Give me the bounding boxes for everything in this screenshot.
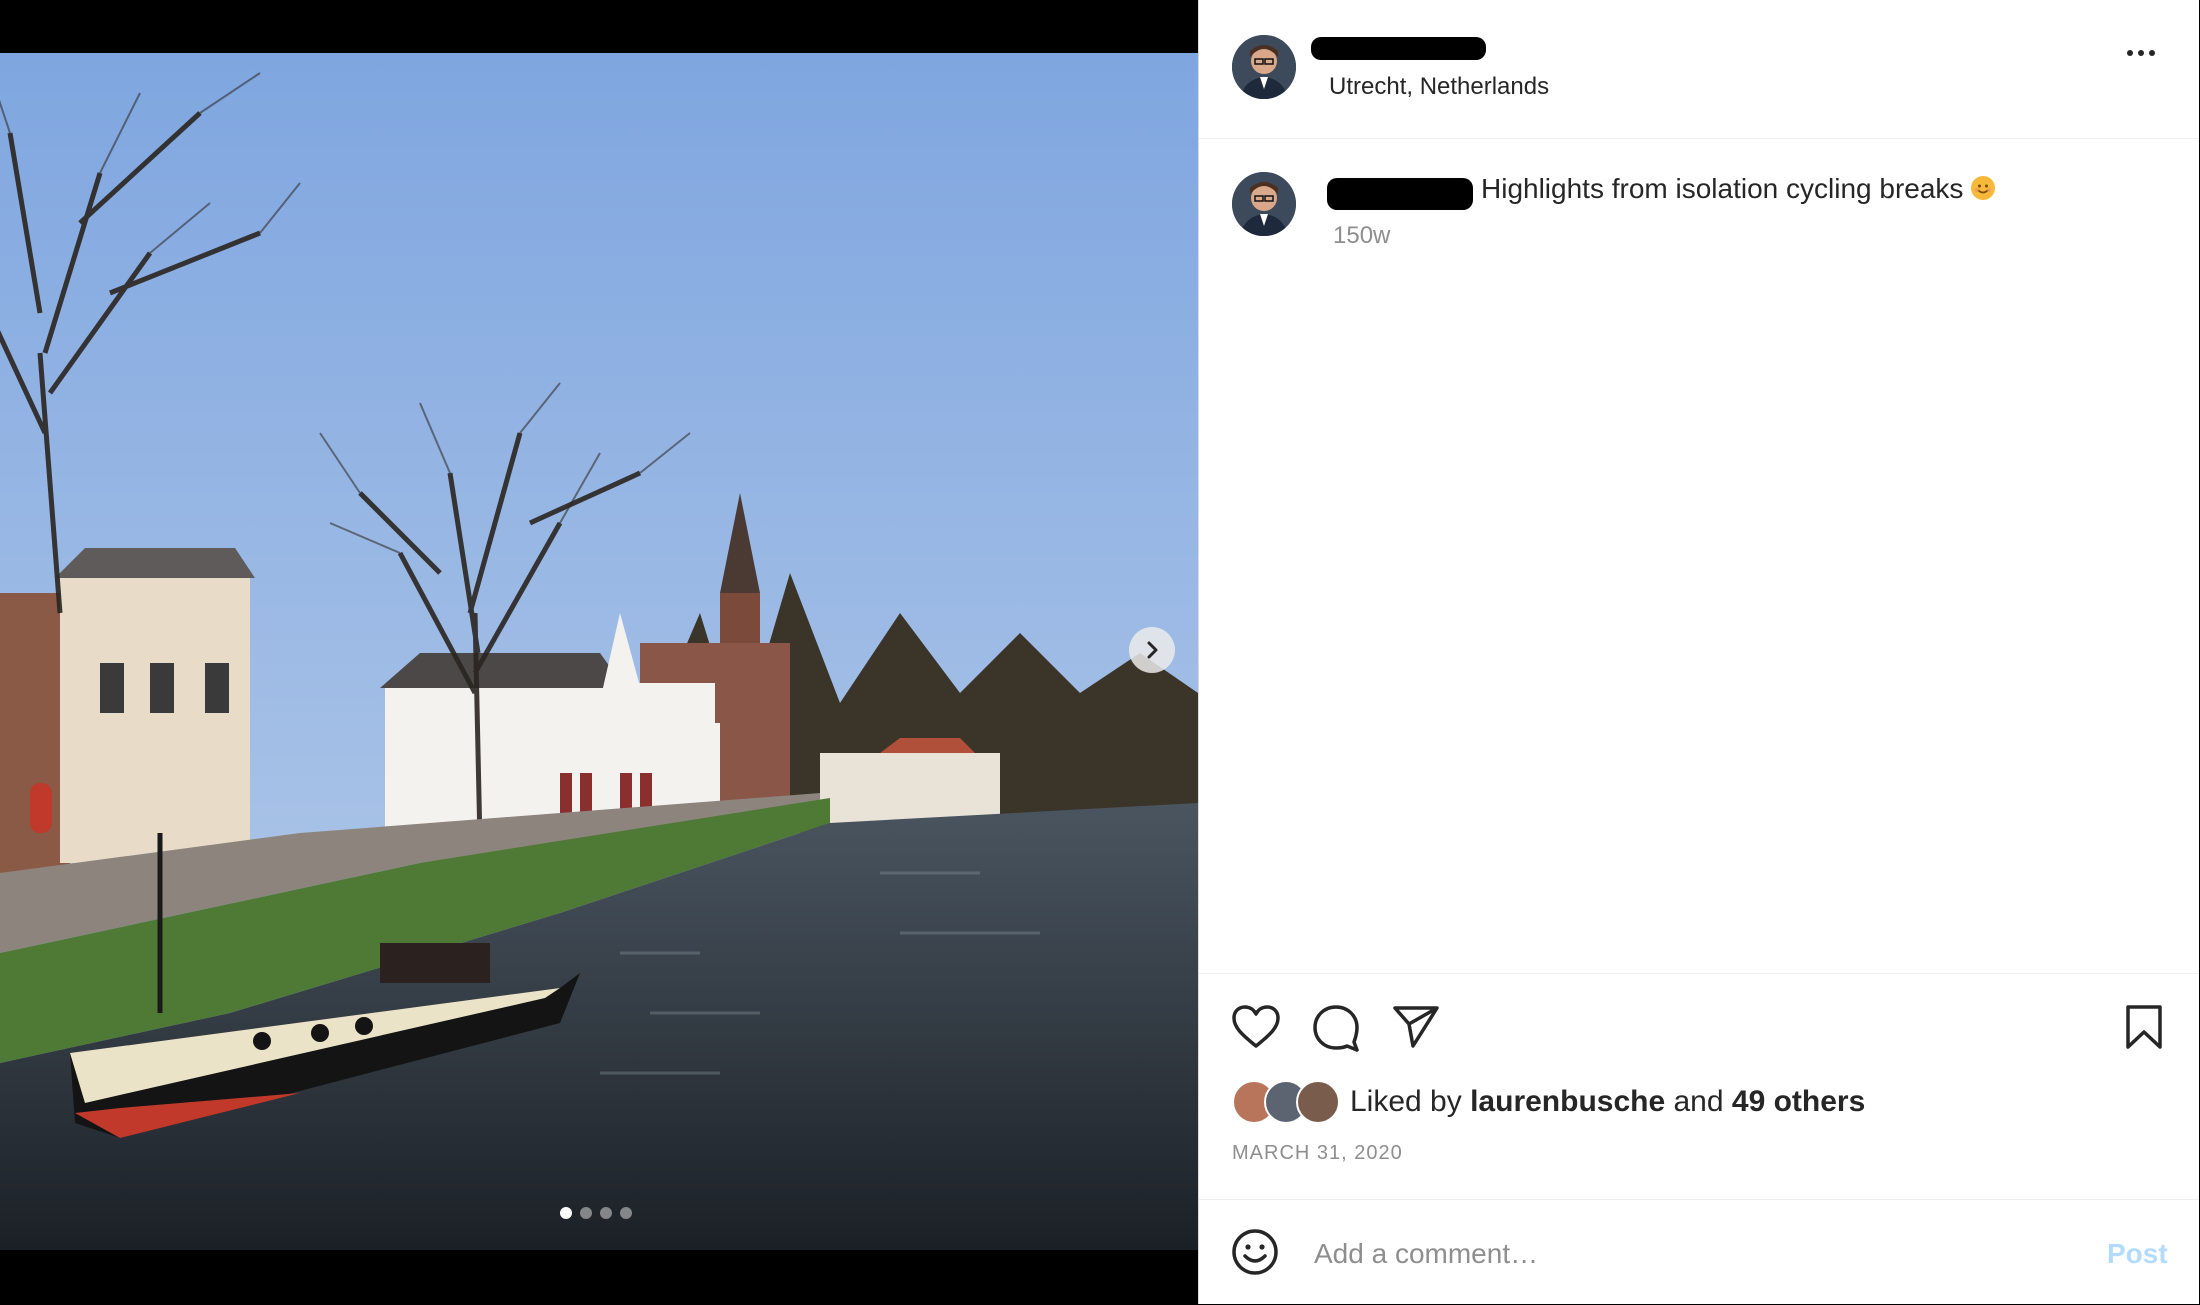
post-date[interactable]: MARCH 31, 2020: [1232, 1142, 1403, 1165]
carousel-next-button[interactable]: [1129, 627, 1175, 673]
post-photo: [0, 53, 1198, 1250]
comment-input[interactable]: [1312, 1228, 2056, 1280]
carousel-dot-1: [560, 1207, 572, 1219]
carousel-dot-2: [580, 1207, 592, 1219]
carousel-dot-4: [620, 1207, 632, 1219]
post-media: [0, 0, 1198, 1304]
liked-by-user-link[interactable]: laurenbusche: [1470, 1085, 1665, 1118]
liked-by-and: and: [1673, 1085, 1724, 1118]
post-side-panel: Utrecht, Netherlands Highlights from iso…: [1198, 0, 2199, 1304]
liked-by-prefix: Liked by: [1350, 1085, 1462, 1118]
caption-body: Highlights from isolation cycling breaks: [1481, 173, 1964, 204]
comment-icon[interactable]: [1311, 1004, 1361, 1057]
carousel-dot-3: [600, 1207, 612, 1219]
paper-plane-icon[interactable]: [1391, 1004, 1441, 1055]
post-comment-button[interactable]: Post: [2107, 1238, 2168, 1270]
likes-text: Liked by laurenbusche and 49 others: [1350, 1085, 1865, 1119]
caption-text: Highlights from isolation cycling breaks: [1481, 173, 1996, 205]
heart-icon[interactable]: [1231, 1004, 1281, 1055]
more-options-icon[interactable]: [2127, 50, 2155, 56]
liked-by-others-link[interactable]: 49 others: [1732, 1085, 1865, 1118]
author-avatar[interactable]: [1232, 35, 1296, 99]
post-actions: Liked by laurenbusche and 49 others MARC…: [1199, 973, 2199, 1200]
smiling-emoji-icon: [1971, 176, 1996, 200]
bookmark-icon[interactable]: [2123, 1004, 2165, 1055]
caption-timestamp[interactable]: 150w: [1333, 222, 1390, 250]
author-username[interactable]: [1311, 37, 1486, 60]
post-location[interactable]: Utrecht, Netherlands: [1329, 73, 1549, 101]
post-header: Utrecht, Netherlands: [1199, 0, 2199, 139]
chevron-right-icon: [1147, 641, 1158, 659]
smiley-icon[interactable]: [1231, 1228, 1279, 1281]
likes-summary: Liked by laurenbusche and 49 others: [1232, 1080, 1865, 1124]
carousel-indicator: [560, 1207, 632, 1219]
caption-author-avatar[interactable]: [1232, 172, 1296, 236]
comment-bar: Post: [1199, 1199, 2199, 1305]
caption-author-username[interactable]: [1327, 178, 1473, 210]
liker-avatar[interactable]: [1296, 1080, 1340, 1124]
